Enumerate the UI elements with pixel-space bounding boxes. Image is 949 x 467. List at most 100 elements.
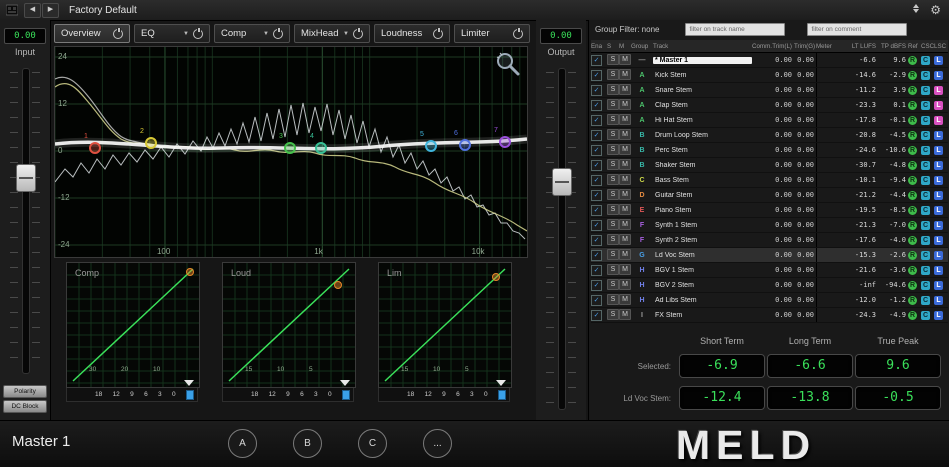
table-row[interactable]: ✓ S M D Guitar Stem 0.00 0.00 -21.2 -4.4… [591,188,948,203]
csc-button[interactable]: C [921,220,930,230]
group-filter-label[interactable]: Group Filter: none [595,25,659,34]
track-name[interactable]: Synth 1 Stem [653,222,752,229]
track-name[interactable]: Kick Stem [653,72,752,79]
eq-node[interactable] [145,137,157,149]
enable-checkbox[interactable]: ✓ [591,114,602,126]
settings-gear-icon[interactable]: ⚙ [930,4,941,16]
trim-local-value[interactable]: 0.00 [772,101,794,109]
lsc-button[interactable]: L [934,280,943,290]
enable-checkbox[interactable]: ✓ [591,294,602,306]
enable-checkbox[interactable]: ✓ [591,54,602,66]
next-preset-button[interactable]: ▶ [42,2,59,18]
solo-button[interactable]: S [607,83,619,95]
eq-node[interactable] [499,136,511,148]
eq-node[interactable] [284,142,296,154]
mute-button[interactable]: M [619,308,631,320]
comp-power-icon[interactable] [273,27,283,39]
track-name[interactable]: * Master 1 [653,56,752,64]
table-row[interactable]: ✓ S M A Hi Hat Stem 0.00 0.00 -17.8 -0.1… [591,113,948,128]
trim-group-value[interactable]: 0.00 [794,86,816,94]
csc-button[interactable]: C [921,100,930,110]
table-row[interactable]: ✓ S M I FX Stem 0.00 0.00 -24.3 -4.9 R C… [591,308,948,323]
table-row[interactable]: ✓ S M A Kick Stem 0.00 0.00 -14.6 -2.9 R… [591,68,948,83]
track-name-filter-input[interactable] [685,22,786,36]
dc-block-button[interactable]: DC Block [3,400,47,413]
lsc-button[interactable]: L [934,85,943,95]
tab-mixhead[interactable]: MixHead ▼ [294,24,370,43]
csc-button[interactable]: C [921,115,930,125]
lsc-button[interactable]: L [934,235,943,245]
solo-button[interactable]: S [607,188,619,200]
track-table-header[interactable]: EnaSMGroupTrackComm...Trim(L)Trim(G)Mete… [591,40,948,53]
ref-button[interactable]: R [908,205,917,215]
output-gain-value[interactable]: 0.00 [540,28,582,44]
trim-group-value[interactable]: 0.00 [794,56,816,64]
trim-local-value[interactable]: 0.00 [772,221,794,229]
trim-local-value[interactable]: 0.00 [772,266,794,274]
solo-button[interactable]: S [607,293,619,305]
solo-button[interactable]: S [607,53,619,65]
ref-button[interactable]: R [908,100,917,110]
comp-transfer-graph[interactable]: Comp 30 20 10 [66,262,200,388]
trim-group-value[interactable]: 0.00 [794,221,816,229]
lsc-button[interactable]: L [934,55,943,65]
table-row[interactable]: ✓ S M A Clap Stem 0.00 0.00 -23.3 0.1 R … [591,98,948,113]
table-row[interactable]: ✓ S M F Synth 1 Stem 0.00 0.00 -21.3 -7.… [591,218,948,233]
mute-button[interactable]: M [619,128,631,140]
overview-power-icon[interactable] [113,27,123,39]
enable-checkbox[interactable]: ✓ [591,129,602,141]
trim-group-value[interactable]: 0.00 [794,236,816,244]
enable-checkbox[interactable]: ✓ [591,159,602,171]
trim-group-value[interactable]: 0.00 [794,191,816,199]
table-row[interactable]: ✓ S M F Synth 2 Stem 0.00 0.00 -17.6 -4.… [591,233,948,248]
enable-checkbox[interactable]: ✓ [591,84,602,96]
lsc-button[interactable]: L [934,295,943,305]
input-fader[interactable] [0,68,50,374]
trim-local-value[interactable]: 0.00 [772,56,794,64]
track-name[interactable]: Snare Stem [653,87,752,94]
limiter-power-icon[interactable] [513,27,523,39]
trim-group-value[interactable]: 0.00 [794,281,816,289]
output-fader-handle[interactable] [552,168,572,196]
table-row[interactable]: ✓ S M C Bass Stem 0.00 0.00 -10.1 -9.4 R… [591,173,948,188]
enable-checkbox[interactable]: ✓ [591,144,602,156]
mute-button[interactable]: M [619,188,631,200]
comp-marker[interactable] [184,380,194,386]
input-gain-value[interactable]: 0.00 [4,28,46,44]
comment-filter-input[interactable] [807,22,908,36]
prev-preset-button[interactable]: ◀ [24,2,41,18]
mixhead-power-icon[interactable] [353,27,363,39]
lsc-button[interactable]: L [934,70,943,80]
solo-button[interactable]: S [607,68,619,80]
table-row[interactable]: ✓ S M — * Master 1 0.00 0.00 -6.6 9.6 R … [591,53,948,68]
table-row[interactable]: ✓ S M H BGV 1 Stem 0.00 0.00 -21.6 -3.6 … [591,263,948,278]
output-fader-track[interactable] [558,68,566,410]
track-name[interactable]: Piano Stem [653,207,752,214]
track-name[interactable]: BGV 2 Stem [653,282,752,289]
enable-checkbox[interactable]: ✓ [591,69,602,81]
mute-button[interactable]: M [619,263,631,275]
trim-local-value[interactable]: 0.00 [772,236,794,244]
lsc-button[interactable]: L [934,250,943,260]
track-name[interactable]: Guitar Stem [653,192,752,199]
solo-button[interactable]: S [607,308,619,320]
track-name[interactable]: Bass Stem [653,177,752,184]
trim-local-value[interactable]: 0.00 [772,71,794,79]
ref-button[interactable]: R [908,130,917,140]
mute-button[interactable]: M [619,113,631,125]
input-fader-handle[interactable] [16,164,36,192]
limiter-transfer-graph[interactable]: Lim 15 10 5 [378,262,512,388]
preset-name[interactable]: Factory Default [69,5,137,16]
solo-button[interactable]: S [607,128,619,140]
track-name[interactable]: Ad Libs Stem [653,297,752,304]
enable-checkbox[interactable]: ✓ [591,204,602,216]
solo-button[interactable]: S [607,113,619,125]
lsc-button[interactable]: L [934,310,943,320]
mute-button[interactable]: M [619,278,631,290]
trim-group-value[interactable]: 0.00 [794,101,816,109]
trim-local-value[interactable]: 0.00 [772,161,794,169]
ref-button[interactable]: R [908,295,917,305]
enable-checkbox[interactable]: ✓ [591,309,602,321]
eq-spectrum-display[interactable]: 24 12 0 -12 -24 100 1k 10k 1 2 3 4 5 6 7 [54,46,528,258]
polarity-button[interactable]: Polarity [3,385,47,398]
